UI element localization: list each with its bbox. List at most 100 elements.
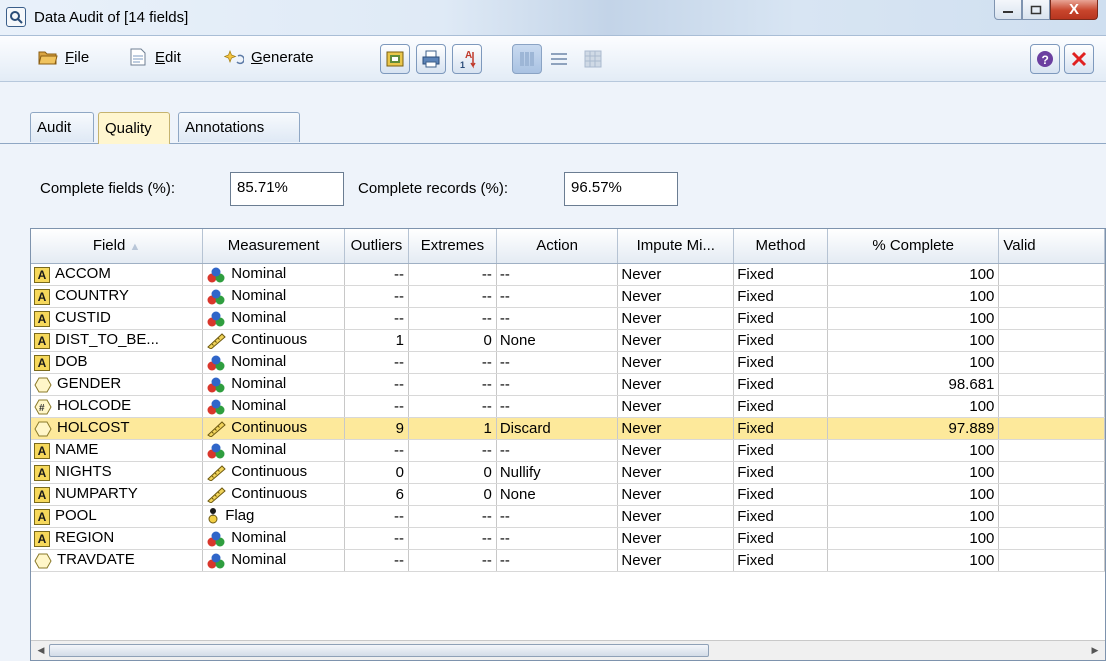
extremes-cell[interactable]: -- [408,505,497,528]
complete-fields-value[interactable]: 85.71% [230,172,344,206]
action-cell[interactable]: -- [496,439,619,462]
tab-quality[interactable]: Quality [98,112,170,144]
method-cell[interactable]: Fixed [733,395,828,418]
file-menu[interactable]: File [38,48,89,66]
column-header-valid[interactable]: Valid [998,229,1105,264]
measurement-cell[interactable]: Continuous [202,417,345,440]
method-cell[interactable]: Fixed [733,373,828,396]
field-cell[interactable]: A DOB [31,351,204,374]
field-cell[interactable]: A CUSTID [31,307,204,330]
extremes-cell[interactable]: -- [408,307,497,330]
table-row[interactable]: HOLCOST Continuous 9 1 Discard Never Fixed 97.8… [31,417,1105,440]
measurement-cell[interactable]: Nominal [202,373,345,396]
method-cell[interactable]: Fixed [733,417,828,440]
minimize-button[interactable] [994,0,1022,20]
column-header-field[interactable]: Field ▲ [31,229,204,264]
impute-cell[interactable]: Never [617,505,735,528]
impute-cell[interactable]: Never [617,373,735,396]
extremes-cell[interactable]: -- [408,285,497,308]
export-button[interactable] [380,44,410,74]
tab-annotations[interactable]: Annotations [178,112,300,142]
impute-cell[interactable]: Never [617,263,735,286]
title-bar[interactable]: Data Audit of [14 fields] X [0,0,1106,36]
window-close-button[interactable]: X [1050,0,1098,20]
measurement-cell[interactable]: Continuous [202,329,345,352]
impute-cell[interactable]: Never [617,329,735,352]
outliers-cell[interactable]: -- [344,285,409,308]
edit-menu[interactable]: Edit [128,48,181,66]
column-header-impute[interactable]: Impute Mi... [617,229,735,264]
outliers-cell[interactable]: 1 [344,329,409,352]
outliers-cell[interactable]: -- [344,373,409,396]
field-cell[interactable]: A POOL [31,505,204,528]
table-row[interactable]: # HOLCODE Nominal -- -- -- Never Fixed 100 [31,395,1105,418]
method-cell[interactable]: Fixed [733,329,828,352]
impute-cell[interactable]: Never [617,549,735,572]
table-row[interactable]: A DIST_TO_BE... Continuous 1 0 None Never Fixed… [31,329,1105,352]
method-cell[interactable]: Fixed [733,549,828,572]
action-cell[interactable]: Discard [496,417,619,440]
field-cell[interactable]: A ACCOM [31,263,204,286]
action-cell[interactable]: -- [496,263,619,286]
extremes-cell[interactable]: -- [408,527,497,550]
action-cell[interactable]: -- [496,373,619,396]
table-row[interactable]: A REGION Nominal -- -- -- Never Fixed 100 [31,527,1105,550]
impute-cell[interactable]: Never [617,285,735,308]
measurement-cell[interactable]: Nominal [202,549,345,572]
maximize-button[interactable] [1022,0,1050,20]
outliers-cell[interactable]: -- [344,549,409,572]
help-button[interactable]: ? [1030,44,1060,74]
method-cell[interactable]: Fixed [733,461,828,484]
outliers-cell[interactable]: 0 [344,461,409,484]
field-cell[interactable]: HOLCOST [31,417,204,440]
tab-audit[interactable]: Audit [30,112,94,142]
field-cell[interactable]: A DIST_TO_BE... [31,329,204,352]
horizontal-scrollbar[interactable]: ◀ ▶ [31,640,1105,660]
extremes-cell[interactable]: -- [408,263,497,286]
field-cell[interactable]: GENDER [31,373,204,396]
complete-records-value[interactable]: 96.57% [564,172,678,206]
method-cell[interactable]: Fixed [733,285,828,308]
impute-cell[interactable]: Never [617,483,735,506]
table-row[interactable]: A NAME Nominal -- -- -- Never Fixed 100 [31,439,1105,462]
column-header-measurement[interactable]: Measurement [202,229,345,264]
method-cell[interactable]: Fixed [733,505,828,528]
action-cell[interactable]: None [496,329,619,352]
action-cell[interactable]: -- [496,527,619,550]
table-row[interactable]: TRAVDATE Nominal -- -- -- Never Fixed 100 [31,549,1105,572]
scrollbar-thumb[interactable] [49,644,709,657]
extremes-cell[interactable]: 0 [408,483,497,506]
table-row[interactable]: A CUSTID Nominal -- -- -- Never Fixed 100 [31,307,1105,330]
measurement-cell[interactable]: Nominal [202,285,345,308]
table-row[interactable]: A NIGHTS Continuous 0 0 Nullify Never Fixed 100 [31,461,1105,484]
measurement-cell[interactable]: Flag [202,505,345,528]
measurement-cell[interactable]: Nominal [202,263,345,286]
measurement-cell[interactable]: Continuous [202,483,345,506]
column-view-button[interactable] [512,44,542,74]
extremes-cell[interactable]: -- [408,395,497,418]
field-cell[interactable]: A REGION [31,527,204,550]
table-row[interactable]: A POOL Flag -- -- -- Never Fixed 100 [31,505,1105,528]
measurement-cell[interactable]: Nominal [202,307,345,330]
extremes-cell[interactable]: 0 [408,329,497,352]
sort-button[interactable]: A1 [452,44,482,74]
method-cell[interactable]: Fixed [733,527,828,550]
column-header-action[interactable]: Action [496,229,619,264]
outliers-cell[interactable]: 6 [344,483,409,506]
measurement-cell[interactable]: Nominal [202,527,345,550]
column-header-method[interactable]: Method [733,229,828,264]
generate-menu[interactable]: Generate [223,48,314,66]
outliers-cell[interactable]: -- [344,527,409,550]
impute-cell[interactable]: Never [617,417,735,440]
impute-cell[interactable]: Never [617,307,735,330]
action-cell[interactable]: -- [496,285,619,308]
outliers-cell[interactable]: -- [344,505,409,528]
measurement-cell[interactable]: Nominal [202,439,345,462]
impute-cell[interactable]: Never [617,461,735,484]
measurement-cell[interactable]: Nominal [202,395,345,418]
outliers-cell[interactable]: -- [344,351,409,374]
measurement-cell[interactable]: Nominal [202,351,345,374]
action-cell[interactable]: -- [496,351,619,374]
action-cell[interactable]: -- [496,307,619,330]
method-cell[interactable]: Fixed [733,263,828,286]
